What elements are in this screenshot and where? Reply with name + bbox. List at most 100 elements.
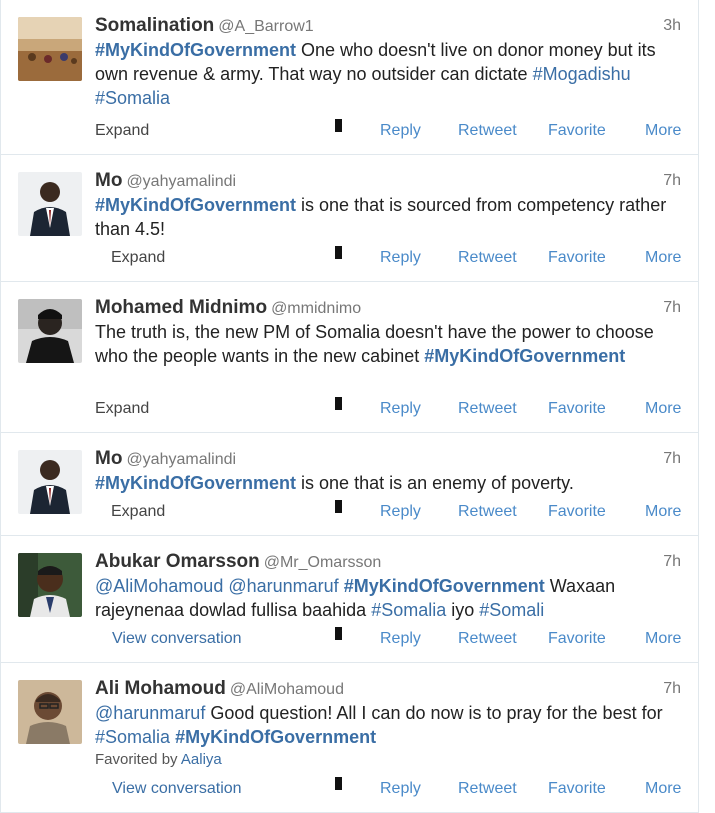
reply-button[interactable]: Reply xyxy=(380,627,421,651)
tweet-text: @AliMohamoud @harunmaruf #MyKindOfGovern… xyxy=(95,574,681,622)
tweet-header: Mo @yahyamalindi 7h xyxy=(95,169,681,193)
hashtag-link[interactable]: #MyKindOfGovernment xyxy=(95,195,296,215)
avatar[interactable] xyxy=(18,680,82,744)
hashtag-link[interactable]: #MyKindOfGovernment xyxy=(344,576,545,596)
reply-button[interactable]: Reply xyxy=(380,397,421,421)
hashtag-link[interactable]: #Somalia xyxy=(371,600,446,620)
timestamp[interactable]: 7h xyxy=(663,296,681,320)
fullname[interactable]: Somalination xyxy=(95,15,214,36)
text-cursor-icon xyxy=(335,500,342,513)
favorite-button[interactable]: Favorite xyxy=(548,119,606,143)
tweet-text-segment: is one that is an enemy of poverty. xyxy=(296,473,574,493)
tweet-header: Mo @yahyamalindi 7h xyxy=(95,447,681,471)
retweet-button[interactable]: Retweet xyxy=(458,397,517,421)
username[interactable]: @mmidnimo xyxy=(271,300,361,317)
fullname[interactable]: Mo xyxy=(95,448,122,469)
mention-link[interactable]: @AliMohamoud xyxy=(95,576,223,596)
tweet[interactable]: Ali Mohamoud @AliMohamoud 7h @harunmaruf … xyxy=(1,663,698,813)
avatar[interactable] xyxy=(18,299,82,363)
timestamp[interactable]: 7h xyxy=(663,447,681,471)
tweet-actions: Expand Reply Retweet Favorite More xyxy=(95,246,681,270)
hashtag-link[interactable]: #Somali xyxy=(479,600,544,620)
username[interactable]: @A_Barrow1 xyxy=(218,18,313,35)
reply-button[interactable]: Reply xyxy=(380,777,421,801)
favorite-button[interactable]: Favorite xyxy=(548,500,606,524)
more-button[interactable]: More xyxy=(645,627,681,651)
tweet-header: Abukar Omarsson @Mr_Omarsson 7h xyxy=(95,550,681,574)
expand-link[interactable]: Expand xyxy=(95,119,149,143)
tweet[interactable]: Mo @yahyamalindi 7h #MyKindOfGovernment i… xyxy=(1,155,698,282)
avatar[interactable] xyxy=(18,450,82,514)
expand-link[interactable]: Expand xyxy=(95,397,149,421)
favorite-button[interactable]: Favorite xyxy=(548,777,606,801)
retweet-button[interactable]: Retweet xyxy=(458,777,517,801)
more-button[interactable]: More xyxy=(645,500,681,524)
expand-link[interactable]: Expand xyxy=(111,246,165,270)
more-button[interactable]: More xyxy=(645,397,681,421)
favorite-button[interactable]: Favorite xyxy=(548,397,606,421)
username[interactable]: @yahyamalindi xyxy=(126,451,236,468)
mention-link[interactable]: @harunmaruf xyxy=(95,703,205,723)
retweet-button[interactable]: Retweet xyxy=(458,119,517,143)
tweet-text-segment: Good question! All I can do now is to pr… xyxy=(205,703,663,723)
fullname[interactable]: Abukar Omarsson xyxy=(95,551,260,572)
mention-link[interactable]: @harunmaruf xyxy=(228,576,338,596)
timestamp[interactable]: 7h xyxy=(663,677,681,701)
tweet-header: Mohamed Midnimo @mmidnimo 7h xyxy=(95,296,681,320)
reply-button[interactable]: Reply xyxy=(380,500,421,524)
tweet-actions: Expand Reply Retweet Favorite More xyxy=(95,119,681,143)
tweet-actions: View conversation Reply Retweet Favorite… xyxy=(95,627,681,651)
avatar[interactable] xyxy=(18,172,82,236)
tweet[interactable]: Mohamed Midnimo @mmidnimo 7h The truth is… xyxy=(1,282,698,433)
hashtag-link[interactable]: #MyKindOfGovernment xyxy=(95,473,296,493)
reply-button[interactable]: Reply xyxy=(380,119,421,143)
tweet[interactable]: Mo @yahyamalindi 7h #MyKindOfGovernment i… xyxy=(1,433,698,536)
retweet-button[interactable]: Retweet xyxy=(458,500,517,524)
view-conversation-link[interactable]: View conversation xyxy=(112,777,242,801)
tweet-header: Somalination @A_Barrow1 3h xyxy=(95,14,681,38)
tweet-header: Ali Mohamoud @AliMohamoud 7h xyxy=(95,677,681,701)
hashtag-link[interactable]: #Mogadishu xyxy=(533,64,631,84)
expand-link[interactable]: Expand xyxy=(111,500,165,524)
hashtag-link[interactable]: #Somalia xyxy=(95,727,170,747)
tweet-text-segment: iyo xyxy=(446,600,480,620)
more-button[interactable]: More xyxy=(645,246,681,270)
tweet-text: The truth is, the new PM of Somalia does… xyxy=(95,320,681,368)
more-button[interactable]: More xyxy=(645,119,681,143)
fullname[interactable]: Mohamed Midnimo xyxy=(95,297,267,318)
timestamp[interactable]: 7h xyxy=(663,550,681,574)
more-button[interactable]: More xyxy=(645,777,681,801)
tweet[interactable]: Somalination @A_Barrow1 3h #MyKindOfGover… xyxy=(1,0,698,155)
retweet-button[interactable]: Retweet xyxy=(458,627,517,651)
timestamp[interactable]: 3h xyxy=(663,14,681,38)
retweet-button[interactable]: Retweet xyxy=(458,246,517,270)
timestamp[interactable]: 7h xyxy=(663,169,681,193)
username[interactable]: @yahyamalindi xyxy=(126,173,236,190)
hashtag-link[interactable]: #MyKindOfGovernment xyxy=(424,346,625,366)
favorited-by: Favorited by Aaliya xyxy=(95,750,681,770)
fullname[interactable]: Mo xyxy=(95,170,122,191)
tweet[interactable]: Abukar Omarsson @Mr_Omarsson 7h @AliMoham… xyxy=(1,536,698,663)
username[interactable]: @Mr_Omarsson xyxy=(264,554,382,571)
fullname[interactable]: Ali Mohamoud xyxy=(95,678,226,699)
avatar[interactable] xyxy=(18,17,82,81)
avatar[interactable] xyxy=(18,553,82,617)
tweet-text: #MyKindOfGovernment One who doesn't live… xyxy=(95,38,681,110)
hashtag-link[interactable]: #MyKindOfGovernment xyxy=(95,40,296,60)
favorited-by-user-link[interactable]: Aaliya xyxy=(181,751,222,768)
tweet-stream: Somalination @A_Barrow1 3h #MyKindOfGover… xyxy=(0,0,699,813)
text-cursor-icon xyxy=(335,246,342,259)
tweet-text: #MyKindOfGovernment is one that is an en… xyxy=(95,471,681,495)
favorited-by-label: Favorited by xyxy=(95,751,178,768)
favorite-button[interactable]: Favorite xyxy=(548,627,606,651)
username[interactable]: @AliMohamoud xyxy=(230,681,344,698)
favorite-button[interactable]: Favorite xyxy=(548,246,606,270)
text-cursor-icon xyxy=(335,627,342,640)
text-cursor-icon xyxy=(335,777,342,790)
text-cursor-icon xyxy=(335,119,342,132)
hashtag-link[interactable]: #Somalia xyxy=(95,88,170,108)
tweet-actions: View conversation Reply Retweet Favorite… xyxy=(95,777,681,801)
reply-button[interactable]: Reply xyxy=(380,246,421,270)
view-conversation-link[interactable]: View conversation xyxy=(112,627,242,651)
hashtag-link[interactable]: #MyKindOfGovernment xyxy=(175,727,376,747)
